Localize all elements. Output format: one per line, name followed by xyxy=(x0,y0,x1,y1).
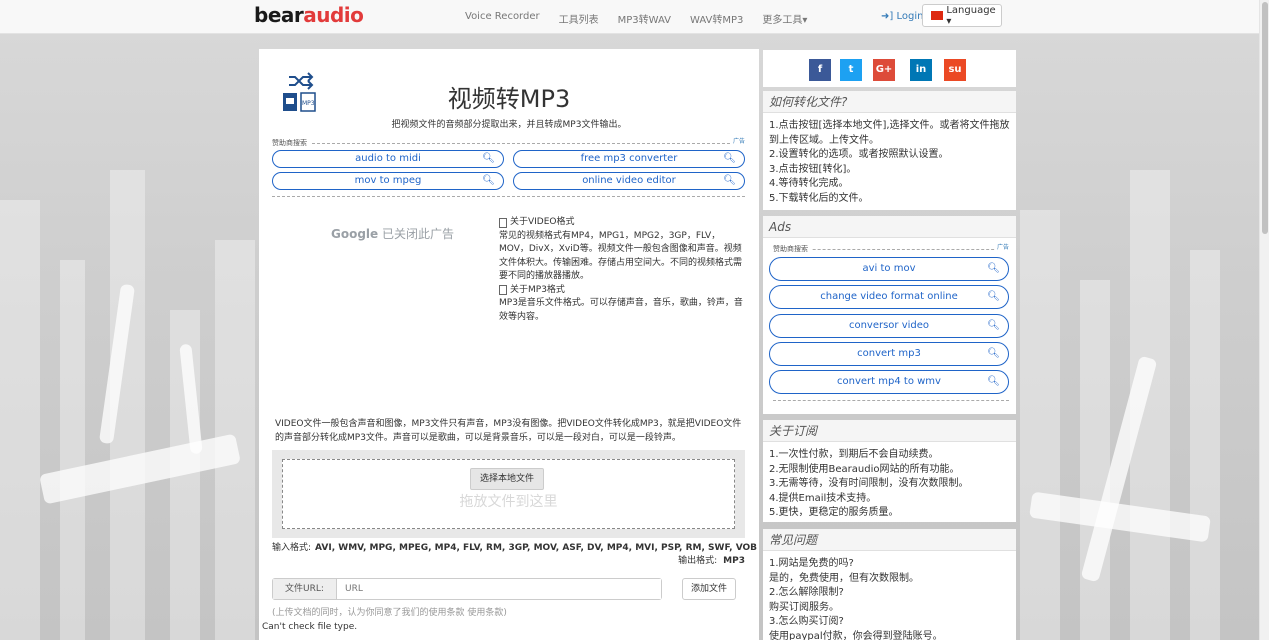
nav-voice-recorder[interactable]: Voice Recorder xyxy=(465,11,540,26)
twitter-share-button[interactable]: t xyxy=(840,59,862,81)
nav-wav-to-mp3[interactable]: WAV转MP3 xyxy=(690,11,743,26)
faq-list: 1.网站是免费的吗? 是的，免费使用，但有次数限制。 2.怎么解除限制? 购买订… xyxy=(769,558,943,640)
howto-panel: 如何转化文件? 1.点击按钮[选择本地文件],选择文件。或者将文件拖放到上传区域… xyxy=(763,91,1016,210)
search-icon: 🔍︎ xyxy=(723,175,736,186)
facebook-share-button[interactable]: f xyxy=(809,59,831,81)
search-icon: 🔍︎ xyxy=(987,291,1000,302)
page-subtitle: 把视频文件的音频部分提取出来，并且转成MP3文件输出。 xyxy=(391,120,627,130)
page-title: 视频转MP3 xyxy=(447,85,571,113)
stumbleupon-share-button[interactable]: su xyxy=(944,59,966,81)
choose-local-file-button[interactable]: 选择本地文件 xyxy=(470,468,544,490)
document-icon xyxy=(499,285,507,296)
drop-hint: 拖放文件到这里 xyxy=(459,494,558,510)
subscription-panel: 关于订阅 1.一次性付款，到期后不会自动续费。 2.无限制使用Bearaudio… xyxy=(763,420,1016,522)
sponsored-search-ads: 赞助商搜索 广告 audio to midi 🔍︎ free mp3 conver… xyxy=(272,136,745,198)
top-navbar: bearaudio Voice Recorder 工具列表 MP3转WAV WA… xyxy=(0,0,1259,34)
google-ad-closed-notice: Google 已关闭此广告 xyxy=(331,227,455,241)
login-icon: ➜] xyxy=(881,11,894,22)
ad-pill-online-video-editor[interactable]: online video editor 🔍︎ xyxy=(513,172,745,190)
social-share-bar: f t G+ in su xyxy=(763,50,1016,87)
search-icon: 🔍︎ xyxy=(987,320,1000,331)
sidebar-ad-header: 赞助商搜索 广告 xyxy=(773,242,1009,254)
mp3-format-heading: 关于MP3格式 xyxy=(499,284,744,298)
sidebar-ads-title: Ads xyxy=(763,216,1016,238)
howto-steps: 1.点击按钮[选择本地文件],选择文件。或者将文件拖放到上传区域。上传文件。 2… xyxy=(769,120,1010,204)
file-url-label: 文件URL: xyxy=(273,579,337,599)
output-formats: 输出格式: MP3 xyxy=(678,556,745,566)
google-plus-share-button[interactable]: G+ xyxy=(873,59,895,81)
mp3-format-text: MP3是音乐文件格式。可以存储声音，音乐，歌曲，铃声，音效等内容。 xyxy=(499,298,743,322)
search-icon: 🔍︎ xyxy=(482,153,495,164)
ad-pill-free-mp3-converter[interactable]: free mp3 converter 🔍︎ xyxy=(513,150,745,168)
linkedin-share-button[interactable]: in xyxy=(910,59,932,81)
ad-pill-audio-to-midi[interactable]: audio to midi 🔍︎ xyxy=(272,150,504,168)
main-panel: MP3 视频转MP3 把视频文件的音频部分提取出来，并且转成MP3文件输出。 赞… xyxy=(259,49,759,640)
page-scrollbar[interactable] xyxy=(1259,0,1269,640)
ad-header: 赞助商搜索 广告 xyxy=(272,136,745,148)
china-flag-icon xyxy=(931,11,944,20)
sidebar-ad-conversor-video[interactable]: conversor video 🔍︎ xyxy=(769,314,1009,338)
login-link[interactable]: ➜] Login xyxy=(881,11,923,22)
faq-title: 常见问题 xyxy=(763,529,1016,551)
search-icon: 🔍︎ xyxy=(987,376,1000,387)
file-url-group: 文件URL: xyxy=(272,578,662,600)
sidebar-ad-convert-mp4-to-wmv[interactable]: convert mp4 to wmv 🔍︎ xyxy=(769,370,1009,394)
conversion-description: VIDEO文件一般包含声音和图像，MP3文件只有声音，MP3没有图像。把VIDE… xyxy=(275,419,742,443)
howto-title: 如何转化文件? xyxy=(763,91,1016,113)
sidebar-ad-change-video-format[interactable]: change video format online 🔍︎ xyxy=(769,285,1009,309)
nav-more-tools[interactable]: 更多工具▾ xyxy=(762,11,807,26)
subscription-list: 1.一次性付款，到期后不会自动续费。 2.无限制使用Bearaudio网站的所有… xyxy=(769,449,969,518)
ad-pill-mov-to-mpeg[interactable]: mov to mpeg 🔍︎ xyxy=(272,172,504,190)
upload-area: 选择本地文件 拖放文件到这里 xyxy=(272,450,745,538)
sidebar-ad-convert-mp3[interactable]: convert mp3 🔍︎ xyxy=(769,342,1009,366)
nav-mp3-to-wav[interactable]: MP3转WAV xyxy=(618,11,671,26)
nav-tool-list[interactable]: 工具列表 xyxy=(559,11,599,26)
sidebar-ads-panel: Ads 赞助商搜索 广告 avi to mov 🔍︎ change video f… xyxy=(763,216,1016,414)
search-icon: 🔍︎ xyxy=(723,153,736,164)
document-icon xyxy=(499,217,507,228)
format-info: 关于VIDEO格式 常见的视频格式有MP4，MPG1，MPG2，3GP，FLV，… xyxy=(499,216,744,324)
scrollbar-thumb[interactable] xyxy=(1262,2,1268,234)
language-dropdown[interactable]: Language ▾ xyxy=(922,4,1002,27)
bearaudio-logo[interactable]: bearaudio xyxy=(254,3,364,27)
search-icon: 🔍︎ xyxy=(987,348,1000,359)
file-url-input[interactable] xyxy=(337,579,661,599)
nav-links: Voice Recorder 工具列表 MP3转WAV WAV转MP3 更多工具… xyxy=(465,11,826,26)
video-format-heading: 关于VIDEO格式 xyxy=(499,216,744,230)
search-icon: 🔍︎ xyxy=(987,263,1000,274)
add-file-button[interactable]: 添加文件 xyxy=(682,578,736,600)
search-icon: 🔍︎ xyxy=(482,175,495,186)
faq-panel: 常见问题 1.网站是免费的吗? 是的，免费使用，但有次数限制。 2.怎么解除限制… xyxy=(763,529,1016,640)
input-formats: 输入格式: AVI, WMV, MPG, MPEG, MP4, FLV, RM, … xyxy=(272,543,758,553)
file-dropzone[interactable]: 选择本地文件 拖放文件到这里 xyxy=(282,459,735,529)
sidebar-ad-avi-to-mov[interactable]: avi to mov 🔍︎ xyxy=(769,257,1009,281)
video-format-text: 常见的视频格式有MP4，MPG1，MPG2，3GP，FLV，MOV，DivX，X… xyxy=(499,230,743,282)
terms-notice: (上传文档的同时，认为你同意了我们的使用条款 使用条款) xyxy=(272,608,507,618)
file-type-status: Can't check file type. xyxy=(262,622,358,632)
subscription-title: 关于订阅 xyxy=(763,420,1016,442)
